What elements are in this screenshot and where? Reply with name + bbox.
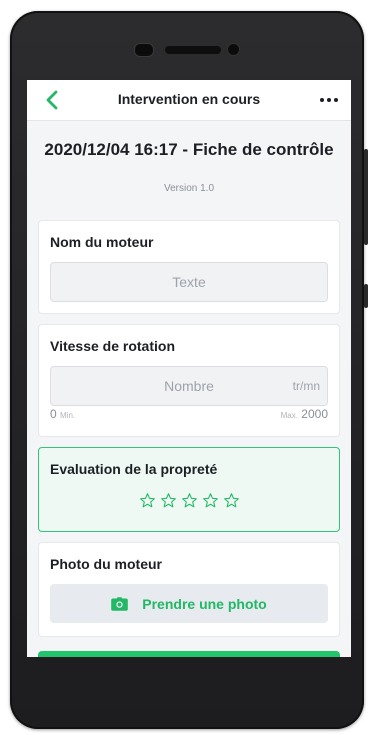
screen-title: Intervention en cours bbox=[117, 91, 261, 107]
more-horizontal-icon bbox=[320, 98, 324, 102]
motor-name-placeholder: Texte bbox=[172, 274, 206, 290]
form-version: Version 1.0 bbox=[163, 183, 215, 194]
star-rating bbox=[39, 492, 339, 509]
power-button bbox=[364, 284, 368, 308]
motor-photo-card: Photo du moteur Prendre une photo bbox=[38, 542, 340, 637]
rotation-speed-placeholder: Nombre bbox=[164, 378, 214, 394]
cleanliness-rating-label: Evaluation de la propreté bbox=[50, 461, 218, 477]
motor-name-label: Nom du moteur bbox=[50, 234, 154, 250]
volume-button bbox=[364, 149, 368, 245]
rotation-speed-min: 0 Min. bbox=[50, 407, 76, 421]
star-icon[interactable] bbox=[181, 492, 198, 509]
take-photo-label: Prendre une photo bbox=[142, 595, 267, 612]
motor-name-input[interactable]: Texte bbox=[50, 262, 328, 302]
front-sensor bbox=[134, 43, 154, 57]
star-icon[interactable] bbox=[160, 492, 177, 509]
rotation-speed-card: Vitesse de rotation Nombre tr/mn 0 Min. … bbox=[38, 324, 340, 437]
motor-photo-label: Photo du moteur bbox=[50, 556, 162, 572]
chevron-left-icon bbox=[46, 90, 58, 110]
top-app-bar: Intervention en cours bbox=[27, 80, 351, 121]
back-button[interactable] bbox=[41, 88, 65, 112]
take-photo-button[interactable]: Prendre une photo bbox=[50, 584, 328, 623]
app-screen: Intervention en cours 2020/12/04 16:17 -… bbox=[27, 80, 351, 657]
star-icon[interactable] bbox=[139, 492, 156, 509]
rotation-speed-label: Vitesse de rotation bbox=[50, 338, 176, 354]
cleanliness-rating-card: Evaluation de la propreté bbox=[38, 447, 340, 532]
submit-button[interactable] bbox=[38, 651, 340, 657]
camera-icon bbox=[111, 596, 129, 611]
earpiece-speaker bbox=[165, 46, 221, 54]
front-camera bbox=[227, 43, 240, 56]
form-title: 2020/12/04 16:17 - Fiche de contrôle bbox=[44, 140, 334, 159]
star-icon[interactable] bbox=[202, 492, 219, 509]
more-options-button[interactable] bbox=[317, 88, 341, 112]
rotation-speed-input[interactable]: Nombre tr/mn bbox=[50, 366, 328, 406]
rotation-speed-max: Max. 2000 bbox=[280, 407, 328, 421]
motor-name-card: Nom du moteur Texte bbox=[38, 220, 340, 314]
rotation-speed-unit: tr/mn bbox=[292, 379, 320, 393]
star-icon[interactable] bbox=[223, 492, 240, 509]
